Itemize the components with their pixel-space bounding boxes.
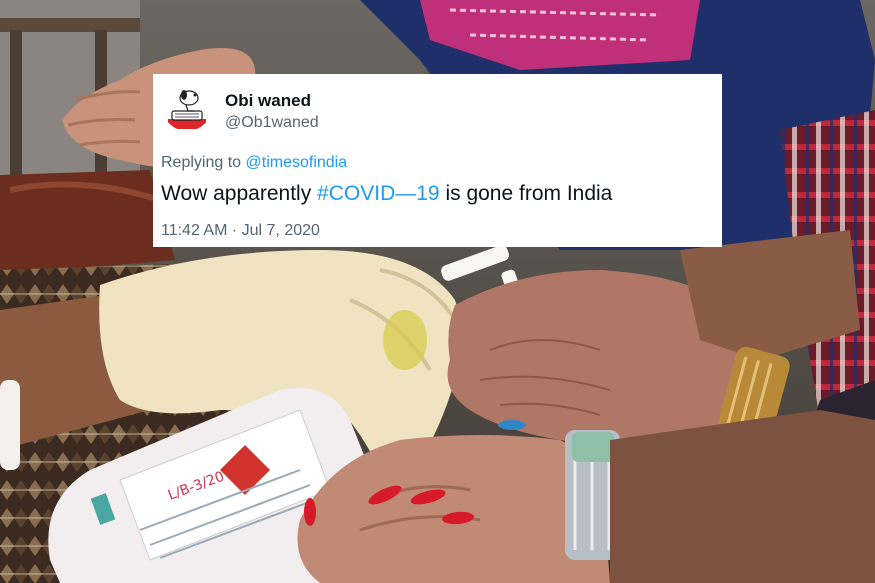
tweet-text: Wow apparently #COVID—19 is gone from In… — [161, 182, 612, 206]
replying-prefix: Replying to — [161, 154, 242, 171]
display-name[interactable]: Obi waned — [225, 91, 311, 111]
tweet-card[interactable]: Obi waned @Ob1waned Replying to @timesof… — [153, 74, 722, 247]
replying-to-line: Replying to @timesofindia — [161, 154, 347, 172]
hashtag-link[interactable]: #COVID—19 — [317, 182, 440, 205]
user-handle[interactable]: @Ob1waned — [225, 114, 319, 132]
tweet-timestamp[interactable]: 11:42 AM · Jul 7, 2020 — [161, 222, 320, 240]
tweet-text-before: Wow apparently — [161, 182, 312, 205]
replying-to-handle-link[interactable]: @timesofindia — [246, 154, 348, 171]
avatar[interactable] — [162, 81, 212, 131]
snoopy-typewriter-icon — [162, 81, 212, 131]
tweet-text-after: is gone from India — [445, 182, 613, 205]
